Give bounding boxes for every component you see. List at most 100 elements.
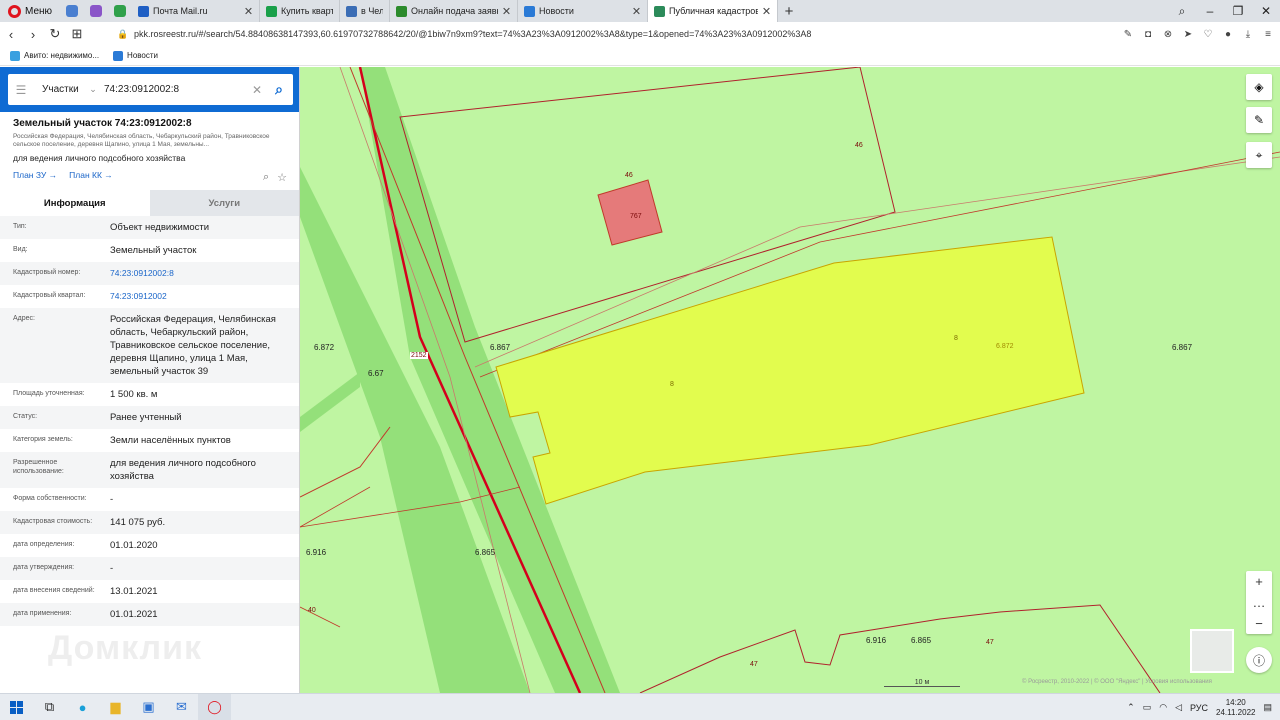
tab-title: Купить квартиру [281,6,333,16]
tab-title: Почта Mail.ru [153,6,208,16]
opera-menu-button[interactable]: Меню [0,0,60,22]
plan-kk-link[interactable]: План КК → [69,170,113,180]
store-button[interactable]: ▣ [132,694,165,720]
wifi-icon[interactable]: ◠ [1159,702,1167,713]
adblock-icon[interactable]: ⊗ [1162,29,1174,40]
map-label: 767 [630,213,642,220]
task-view-button[interactable]: ⧉ [33,694,66,720]
property-label: Адрес: [13,315,35,322]
mail-button[interactable]: ✉ [165,694,198,720]
browser-tab[interactable]: в Чел [340,0,391,22]
property-value: Объект недвижимости [110,222,210,233]
back-button[interactable]: ‹ [0,27,22,42]
language-indicator[interactable]: РУС [1190,703,1208,713]
cadastral-map[interactable]: 46 46 767 6.872 6.867 2152 6.67 8 8 6.87… [300,67,1280,693]
map-label: 46 [625,172,633,179]
selected-plot-8[interactable] [495,236,1085,505]
close-tab-icon[interactable]: ✕ [762,5,771,18]
property-label: Форма собственности: [13,495,87,502]
map-label: 6.916 [306,548,327,557]
search-input[interactable]: 74:23:0912002:8 [102,84,249,95]
edit-icon[interactable]: ✎ [1122,29,1134,40]
close-tab-icon[interactable]: ✕ [244,5,253,18]
building-icon [66,5,79,17]
pinned-tab-1[interactable] [60,0,84,22]
bookmark-news[interactable]: Новости [113,50,158,61]
new-tab-button[interactable]: + [778,3,800,20]
more-options-button[interactable]: … [1246,592,1272,613]
browser-tab[interactable]: Почта Mail.ru ✕ [132,0,261,22]
pinned-tab-2[interactable] [84,0,108,22]
chevron-down-icon[interactable]: ⌄ [84,84,102,95]
zoom-out-button[interactable]: − [1246,613,1272,634]
minimize-button[interactable]: – [1196,4,1224,18]
property-row: Форма собственности: - [0,488,299,511]
domclick-watermark: Домклик [48,629,203,667]
property-row: дата определения: 01.01.2020 [0,534,299,557]
property-row: дата утверждения: - [0,557,299,580]
heart-icon[interactable]: ♡ [1202,29,1214,40]
url-field[interactable]: pkk.rosreestr.ru/#/search/54.88408638147… [134,29,1034,39]
browser-tab-active[interactable]: Публичная кадастровая к ✕ [648,0,779,22]
property-value-link[interactable]: 74:23:0912002:8 [110,267,290,280]
clear-icon[interactable]: ✕ [249,83,265,97]
opera-icon: ◯ [207,699,222,714]
property-value-link[interactable]: 74:23:0912002 [110,290,290,303]
lock-icon[interactable]: 🔒 [116,29,130,40]
send-icon[interactable]: ➤ [1182,29,1194,40]
account-icon[interactable]: ● [1222,29,1234,40]
browser-tab[interactable]: Новости ✕ [518,0,649,22]
info-button[interactable]: ⓘ [1246,647,1272,673]
bookmark-avito[interactable]: Авито: недвижимо... [10,50,99,61]
close-window-button[interactable]: ✕ [1252,4,1280,18]
close-tab-icon[interactable]: ✕ [502,5,511,18]
address-actions: ✎ ◘ ⊗ ➤ ♡ ● ⤓ ≡ [1122,22,1274,46]
search-area-icon[interactable]: ⌕ [263,171,269,184]
zoom-in-button[interactable]: + [1246,571,1272,592]
volume-icon[interactable]: ◁ [1175,702,1182,713]
search-tabs-icon[interactable]: ⌕ [1168,4,1196,19]
restore-button[interactable]: ❐ [1224,4,1252,18]
plan-zu-link[interactable]: План ЗУ → [13,170,57,180]
star-icon[interactable]: ☆ [277,171,287,184]
map-label: 6.865 [475,548,496,557]
search-icon[interactable]: ⌕ [265,81,293,98]
reload-button[interactable]: ↻ [44,26,66,42]
basemap-thumbnail[interactable] [1190,629,1234,673]
property-row: Кадастровый квартал: 74:23:0912002 [0,285,299,308]
property-row: Тип: Объект недвижимости [0,216,299,239]
tab-title: Новости [539,6,574,16]
download-icon[interactable]: ⤓ [1242,29,1254,40]
network-icon[interactable]: ▭ [1143,702,1152,713]
forward-button[interactable]: › [22,27,44,42]
locate-button[interactable]: ⌖ [1246,142,1272,168]
close-tab-icon[interactable]: ✕ [632,5,641,18]
pinned-tab-3[interactable] [108,0,132,22]
tab-information[interactable]: Информация [0,190,150,216]
edge-button[interactable]: ● [66,694,99,720]
property-value: 1 500 кв. м [110,389,158,400]
camera-icon[interactable]: ◘ [1142,29,1154,40]
property-label: Кадастровый номер: [13,269,81,276]
opera-button[interactable]: ◯ [198,693,231,720]
notifications-icon[interactable]: ▤ [1263,702,1272,713]
map-label: 6.916 [866,636,887,645]
clock[interactable]: 14:20 24.11.2022 [1216,698,1255,718]
avito-icon [266,5,278,17]
map-label: 6.867 [490,343,511,352]
menu-icon[interactable]: ≡ [1262,29,1274,40]
browser-tab[interactable]: Онлайн подача заявки на ✕ [390,0,519,22]
layers-button[interactable]: ◈ [1246,74,1272,100]
hamburger-icon[interactable]: ☰ [8,83,34,97]
property-value: 141 075 руб. [110,517,166,528]
tabs-grid-icon[interactable]: ⊞ [66,26,88,42]
crosshair-icon: ⌖ [1255,147,1263,162]
property-value: 13.01.2021 [110,586,158,597]
tab-services[interactable]: Услуги [149,190,299,216]
explorer-button[interactable]: ▆ [99,694,132,720]
browser-tab[interactable]: Купить квартиру [260,0,341,22]
search-type-select[interactable]: Участки [34,84,84,95]
tray-chevron-icon[interactable]: ⌃ [1127,702,1135,713]
ruler-button[interactable]: ✎ [1246,107,1272,133]
start-button[interactable] [0,694,33,720]
